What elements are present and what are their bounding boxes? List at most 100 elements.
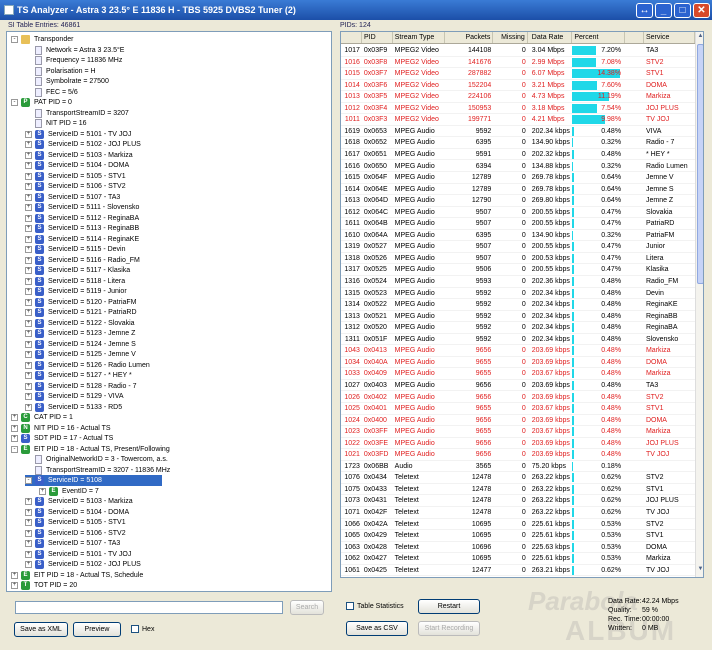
table-row[interactable]: 1315 0x0523 MPEG Audio 9592 0 202.34 kbps 0.48… (341, 288, 695, 300)
tree-node[interactable]: + E EventID = 7 (39, 486, 99, 497)
tree-node[interactable]: - P PAT PID = 0 (11, 97, 72, 108)
scrollbar-thumb[interactable] (697, 44, 703, 284)
expand-icon[interactable]: + (11, 582, 18, 590)
expand-icon[interactable]: + (25, 361, 32, 369)
collapse-icon[interactable]: - (11, 36, 18, 44)
table-row[interactable]: 1015 0x03F7 MPEG2 Video 287882 0 6.07 Mbps 14.… (341, 68, 695, 80)
table-row[interactable]: 1025 0x0401 MPEG Audio 9655 0 203.67 kbps 0.48… (341, 403, 695, 415)
table-statistics-checkbox[interactable]: Table Statistics (346, 602, 404, 610)
save-csv-button[interactable]: Save as CSV (346, 621, 408, 636)
table-row[interactable]: 1312 0x0520 MPEG Audio 9592 0 202.34 kbps 0.48… (341, 322, 695, 334)
table-row[interactable]: 1026 0x0402 MPEG Audio 9656 0 203.69 kbps 0.48… (341, 392, 695, 403)
minimize-button[interactable]: _ (655, 2, 672, 18)
expand-icon[interactable]: + (25, 256, 32, 264)
table-row[interactable]: 1619 0x0653 MPEG Audio 9592 0 202.34 kbps 0.48… (341, 126, 695, 138)
expand-icon[interactable]: + (25, 403, 32, 411)
table-row[interactable]: 1316 0x0524 MPEG Audio 9593 0 202.36 kbps 0.48… (341, 276, 695, 288)
tree-node[interactable]: + N NIT PID = 16 - Actual TS (11, 423, 111, 434)
table-row[interactable]: 1021 0x03FD MPEG Audio 9656 0 203.69 kbps 0.48… (341, 449, 695, 461)
table-row[interactable]: 1610 0x064A MPEG Audio 6395 0 134.90 kbps 0.32… (341, 230, 695, 242)
tree-node[interactable]: TransportStreamID = 3207 - 11836 MHz (25, 465, 170, 476)
expand-icon[interactable]: + (25, 183, 32, 191)
expand-icon[interactable]: + (11, 571, 18, 579)
expand-icon[interactable]: + (25, 540, 32, 548)
preview-button[interactable]: Preview (73, 622, 121, 637)
tree-node[interactable]: + S ServiceID = 5111 - Slovensko (25, 202, 139, 213)
expand-icon[interactable]: + (11, 435, 18, 443)
tree-node[interactable]: + S ServiceID = 5133 - RD5 (25, 402, 122, 413)
expand-icon[interactable]: + (25, 162, 32, 170)
search-button[interactable]: Search (290, 600, 324, 615)
expand-icon[interactable]: + (25, 519, 32, 527)
hex-checkbox-box[interactable] (131, 625, 139, 633)
expand-icon[interactable]: + (25, 561, 32, 569)
table-row[interactable]: 1314 0x0522 MPEG Audio 9592 0 202.34 kbps 0.48… (341, 299, 695, 311)
table-row[interactable]: 1611 0x064B MPEG Audio 9507 0 200.55 kbps 0.47… (341, 218, 695, 230)
table-row[interactable]: 1617 0x0651 MPEG Audio 9591 0 202.32 kbps 0.48… (341, 149, 695, 161)
scroll-up-icon[interactable]: ▲ (697, 33, 703, 42)
table-row[interactable]: 1612 0x064C MPEG Audio 9507 0 200.55 kbps 0.47… (341, 207, 695, 219)
table-row[interactable]: 1075 0x0433 Teletext 12478 0 263.22 kbps 0.62%… (341, 484, 695, 496)
table-row[interactable]: 1022 0x03FE MPEG Audio 9656 0 203.69 kbps 0.48… (341, 438, 695, 450)
table-row[interactable]: 1011 0x03F3 MPEG2 Video 199771 0 4.21 Mbps 9.9… (341, 114, 695, 126)
tree-node[interactable]: + S ServiceID = 5117 - Klasika (25, 265, 130, 276)
expand-icon[interactable]: + (25, 319, 32, 327)
vertical-scrollbar[interactable]: ▲ ▼ (695, 32, 703, 577)
table-row[interactable]: 1073 0x0431 Teletext 12478 0 263.22 kbps 0.62%… (341, 495, 695, 507)
expand-icon[interactable]: + (25, 204, 32, 212)
tree-node[interactable]: + S ServiceID = 5101 - TV JOJ (25, 549, 131, 560)
column-header[interactable] (625, 32, 644, 43)
column-header[interactable]: Percent (572, 32, 626, 43)
table-row[interactable]: 1613 0x064D MPEG Audio 12790 0 269.80 kbps 0.6… (341, 195, 695, 207)
tree-node[interactable]: + S ServiceID = 5115 - Devin (25, 244, 126, 255)
table-row[interactable]: 1318 0x0526 MPEG Audio 9507 0 200.53 kbps 0.47… (341, 253, 695, 265)
scroll-down-icon[interactable]: ▼ (697, 566, 703, 575)
start-recording-button[interactable]: Start Recording (418, 621, 480, 636)
table-row[interactable]: 1065 0x0429 Teletext 10695 0 225.61 kbps 0.53%… (341, 530, 695, 542)
search-input[interactable] (15, 601, 283, 614)
restore-button[interactable]: ↔ (636, 2, 653, 18)
tree-node[interactable]: + S ServiceID = 5112 - ReginaBA (25, 213, 139, 224)
table-row[interactable]: 1016 0x03F8 MPEG2 Video 141676 0 2.99 Mbps 7.0… (341, 57, 695, 69)
tree-node[interactable]: + S SDT PID = 17 - Actual TS (11, 433, 113, 444)
tree-node[interactable]: + S ServiceID = 5107 - TA3 (25, 192, 120, 203)
expand-icon[interactable]: + (25, 151, 32, 159)
table-row[interactable]: 1043 0x0413 MPEG Audio 9656 0 203.69 kbps 0.48… (341, 345, 695, 357)
table-row[interactable]: 1013 0x03F5 MPEG2 Video 224106 0 4.73 Mbps 11.… (341, 91, 695, 103)
table-row[interactable]: 1061 0x0425 Teletext 12477 0 263.21 kbps 0.62%… (341, 565, 695, 577)
tree-node[interactable]: + S ServiceID = 5104 - DOMA (25, 160, 129, 171)
table-row[interactable]: 1062 0x0427 Teletext 10695 0 225.61 kbps 0.53%… (341, 553, 695, 565)
table-row[interactable]: 1063 0x0428 Teletext 10696 0 225.63 kbps 0.53%… (341, 542, 695, 554)
expand-icon[interactable]: + (25, 351, 32, 359)
tree-node[interactable]: + S ServiceID = 5103 - Markiza (25, 150, 133, 161)
tree-node[interactable]: + S ServiceID = 5107 - TA3 (25, 538, 120, 549)
tree-node[interactable]: Frequency = 11836 MHz (25, 55, 122, 66)
table-row[interactable]: 1313 0x0521 MPEG Audio 9592 0 202.34 kbps 0.48… (341, 311, 695, 323)
tree-node[interactable]: TransportStreamID = 3207 (25, 108, 129, 119)
table-row[interactable]: 1311 0x051F MPEG Audio 9592 0 202.34 kbps 0.48… (341, 334, 695, 346)
tree-node[interactable]: + S ServiceID = 5122 - Slovakia (25, 318, 135, 329)
expand-icon[interactable]: + (25, 130, 32, 138)
tree-node[interactable]: + S ServiceID = 5125 - Jemne V (25, 349, 136, 360)
tree-node[interactable]: + T TOT PID = 20 (11, 580, 77, 591)
collapse-icon[interactable]: - (11, 99, 18, 107)
column-header[interactable]: Packets (445, 32, 494, 43)
expand-icon[interactable]: + (25, 225, 32, 233)
table-row[interactable]: 1033 0x0409 MPEG Audio 9655 0 203.67 kbps 0.48… (341, 368, 695, 380)
tree-node[interactable]: + S ServiceID = 5102 - JOJ PLUS (25, 139, 141, 150)
column-header[interactable] (341, 32, 362, 43)
table-row[interactable]: 1723 0x06BB Audio 3565 0 75.20 kbps 0.18% (341, 461, 695, 473)
expand-icon[interactable]: + (25, 330, 32, 338)
tree-node[interactable]: + C CAT PID = 1 (11, 412, 73, 423)
table-row[interactable]: 1317 0x0525 MPEG Audio 9506 0 200.55 kbps 0.47… (341, 264, 695, 276)
tree-node[interactable]: + E EIT PID = 18 - Actual TS, Schedule (11, 570, 143, 581)
expand-icon[interactable]: + (25, 508, 32, 516)
expand-icon[interactable]: + (25, 193, 32, 201)
tree-node[interactable]: - E EIT PID = 18 - Actual TS, Present/Foll… (11, 444, 170, 455)
tree-node[interactable]: + S ServiceID = 5119 - Junior (25, 286, 127, 297)
tree-node[interactable]: + S ServiceID = 5129 - VIVA (25, 391, 124, 402)
table-row[interactable]: 1076 0x0434 Teletext 12478 0 263.22 kbps 0.62%… (341, 472, 695, 484)
tree-node[interactable]: - Transponder (11, 34, 73, 45)
expand-icon[interactable]: + (25, 267, 32, 275)
tree-node[interactable]: + S ServiceID = 5102 - JOJ PLUS (25, 559, 141, 570)
